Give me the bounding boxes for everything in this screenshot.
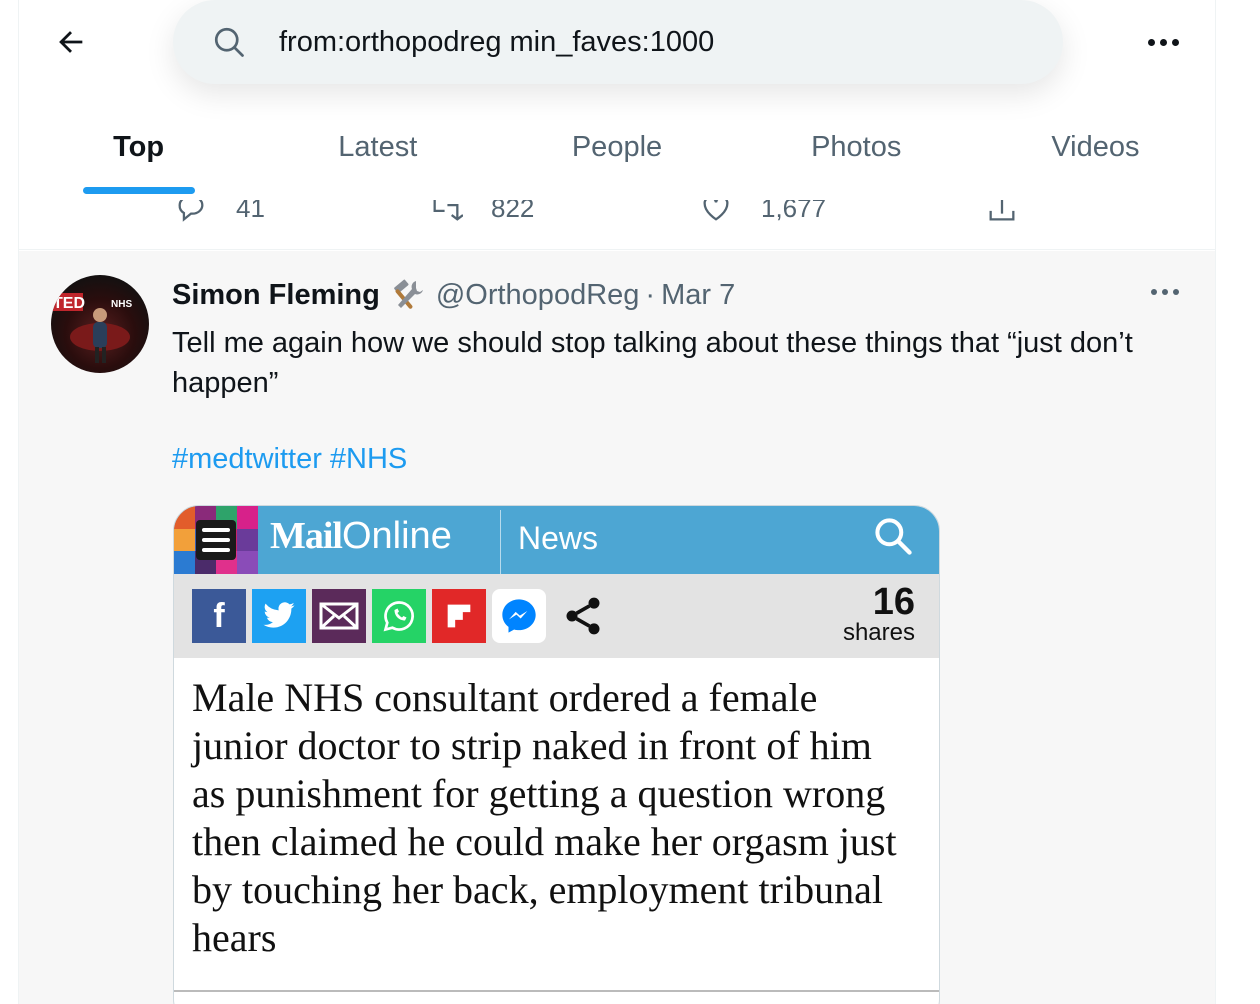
tab-label: People (571, 130, 663, 163)
tab-people[interactable]: People (497, 110, 736, 184)
more-icon (1151, 289, 1157, 295)
user-handle[interactable]: @OrthopodReg (436, 279, 640, 312)
previous-tweet-actions: 41 822 1,677 (19, 195, 1215, 250)
timeline-column: Top Latest People Photos Videos 41 822 1… (18, 0, 1216, 1004)
logo-mail: Mail (270, 515, 343, 557)
hamburger-icon (196, 520, 236, 560)
avatar-image: TED NHS (51, 293, 132, 363)
logo-online: Online (341, 515, 452, 557)
tweet-date[interactable]: Mar 7 (661, 279, 735, 312)
display-name[interactable]: Simon Fleming (172, 279, 380, 312)
tweet[interactable]: TED NHS Simon Fleming @OrthopodReg · Mar (19, 251, 1215, 1004)
tweet-media-image[interactable]: MailOnline News f 16 shares Male NHS con… (173, 505, 940, 1004)
search-input[interactable] (279, 25, 999, 59)
tab-top[interactable]: Top (19, 110, 258, 194)
whatsapp-icon (372, 589, 426, 643)
section-label: News (518, 520, 599, 556)
tab-label: Top (113, 130, 165, 163)
email-icon (312, 589, 366, 643)
shares-counter: 16 shares (842, 581, 915, 646)
tab-label: Videos (1051, 130, 1140, 163)
tab-label: Photos (811, 130, 902, 163)
navbar-divider (500, 510, 501, 574)
article-headline: Male NHS consultant ordered a female jun… (192, 675, 897, 960)
search-tabs: Top Latest People Photos Videos (19, 110, 1215, 200)
twitter-icon (252, 589, 306, 643)
more-icon (1147, 38, 1155, 46)
search-header: Top Latest People Photos Videos (19, 0, 1215, 200)
mail-search-icon (871, 514, 915, 563)
mailonline-logo: MailOnline (270, 514, 452, 558)
tweet-more-button[interactable] (1151, 289, 1179, 295)
separator: · (645, 278, 656, 311)
hashtags: #medtwitter #NHS (172, 443, 407, 476)
shares-number: 16 (872, 581, 915, 623)
divider (174, 990, 939, 992)
share-network-icon (556, 589, 610, 643)
hashtag-nhs[interactable]: #NHS (330, 443, 407, 476)
mailonline-navbar: MailOnline News (174, 506, 939, 574)
more-options-button[interactable] (1141, 22, 1185, 62)
messenger-icon (492, 589, 546, 643)
avatar-logo-text: NHS (111, 299, 132, 310)
search-icon (209, 22, 249, 62)
back-button[interactable] (49, 20, 93, 64)
search-box[interactable] (173, 0, 1063, 84)
tab-photos[interactable]: Photos (737, 110, 976, 184)
tweet-text: Tell me again how we should stop talking… (172, 327, 1133, 399)
tweet-header: Simon Fleming @OrthopodReg · Mar 7 (172, 277, 735, 313)
tab-label: Latest (338, 130, 418, 163)
share-bar: f 16 shares (174, 574, 939, 658)
shares-label: shares (842, 619, 915, 646)
avatar[interactable]: TED NHS (51, 275, 149, 373)
arrow-left-icon (59, 31, 83, 53)
avatar-brand-text: TED (53, 295, 85, 312)
active-tab-indicator (82, 187, 195, 194)
hammer-wrench-icon (390, 277, 428, 313)
tab-videos[interactable]: Videos (976, 110, 1215, 184)
flipboard-icon (432, 589, 486, 643)
tab-latest[interactable]: Latest (258, 110, 497, 184)
hashtag-medtwitter[interactable]: #medtwitter (172, 443, 322, 476)
facebook-icon: f (192, 589, 246, 643)
